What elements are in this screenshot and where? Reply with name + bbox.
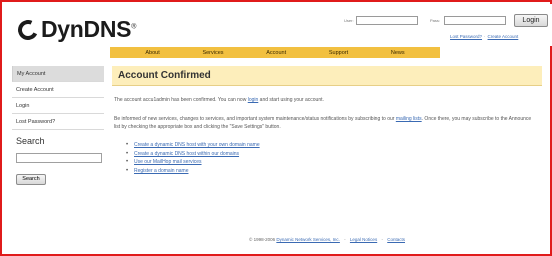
- list-item: Create a dynamic DNS host with your own …: [126, 141, 542, 150]
- mailhop-link[interactable]: Use our MailHop mail services: [134, 159, 202, 165]
- msg-text-3: and start using your account.: [258, 97, 324, 103]
- sidebar: My Account Create Account Login Lost Pas…: [12, 66, 104, 185]
- login-link[interactable]: login: [248, 97, 259, 103]
- confirmation-message: The account accu1admin has been confirme…: [112, 97, 542, 104]
- password-input[interactable]: [444, 16, 506, 25]
- login-links: Lost Password? · Create Account: [450, 34, 518, 39]
- list-item: Use our MailHop mail services: [126, 158, 542, 167]
- logo-ring-icon: [15, 16, 41, 43]
- msg-text-1: The account: [114, 97, 143, 103]
- footer-separator: -: [381, 237, 383, 242]
- register-domain-link[interactable]: Register a domain name: [134, 168, 188, 174]
- msg-text-4: Be informed of new services, changes to …: [114, 116, 396, 123]
- search-button[interactable]: Search: [16, 173, 46, 185]
- site-header: DynDNS® User: Pass: Login Lost Password?…: [4, 4, 552, 46]
- page-title: Account Confirmed: [112, 66, 542, 86]
- nav-news[interactable]: News: [391, 50, 405, 56]
- nav-account[interactable]: Account: [266, 50, 286, 56]
- copyright: © 1998-2006: [249, 237, 276, 242]
- mailing-lists-link[interactable]: mailing lists: [396, 116, 422, 122]
- list-item: Create a dynamic DNS host within our dom…: [126, 150, 542, 159]
- quick-links: Create a dynamic DNS host with your own …: [112, 141, 542, 175]
- sidebar-item-lost-password[interactable]: Lost Password?: [12, 114, 104, 130]
- sidebar-item-login[interactable]: Login: [12, 98, 104, 114]
- main-content: Account Confirmed The account accu1admin…: [112, 66, 542, 176]
- nav-about[interactable]: About: [145, 50, 159, 56]
- dyndns-logo[interactable]: DynDNS®: [15, 16, 137, 43]
- contacts-link[interactable]: Contacts: [387, 237, 405, 242]
- user-label: User:: [344, 18, 354, 23]
- pass-label: Pass:: [430, 18, 441, 23]
- main-nav: About Services Account Support News: [110, 47, 440, 58]
- legal-notices-link[interactable]: Legal Notices: [350, 237, 377, 242]
- login-button[interactable]: Login: [514, 14, 548, 27]
- company-link[interactable]: Dynamic Network Services, Inc.: [276, 237, 340, 242]
- browser-frame: DynDNS® User: Pass: Login Lost Password?…: [0, 0, 552, 256]
- logo-text: DynDNS®: [41, 16, 137, 42]
- nav-services[interactable]: Services: [202, 50, 223, 56]
- lost-password-link[interactable]: Lost Password?: [450, 34, 482, 39]
- link-separator: ·: [484, 34, 486, 39]
- create-dyndns-host-link[interactable]: Create a dynamic DNS host within our dom…: [134, 151, 239, 157]
- username-input[interactable]: [356, 16, 418, 25]
- sidebar-item-create-account[interactable]: Create Account: [12, 82, 104, 98]
- sidebar-search: Search Search: [12, 136, 104, 185]
- account-name: accu1admin: [142, 97, 170, 103]
- login-form: User: Pass: Login Lost Password? · Create …: [344, 12, 550, 44]
- search-title: Search: [16, 136, 45, 146]
- mailing-list-message: Be informed of new services, changes to …: [112, 116, 542, 131]
- footer-separator: -: [344, 237, 346, 242]
- msg-text-2: has been confirmed. You can now: [169, 97, 248, 103]
- search-input[interactable]: [16, 152, 102, 163]
- create-account-link[interactable]: Create Account: [488, 34, 519, 39]
- page-footer: © 1998-2006 Dynamic Network Services, In…: [112, 237, 542, 242]
- create-own-domain-host-link[interactable]: Create a dynamic DNS host with your own …: [134, 142, 260, 148]
- nav-support[interactable]: Support: [329, 50, 348, 56]
- sidebar-item-my-account[interactable]: My Account: [12, 66, 104, 82]
- list-item: Register a domain name: [126, 167, 542, 176]
